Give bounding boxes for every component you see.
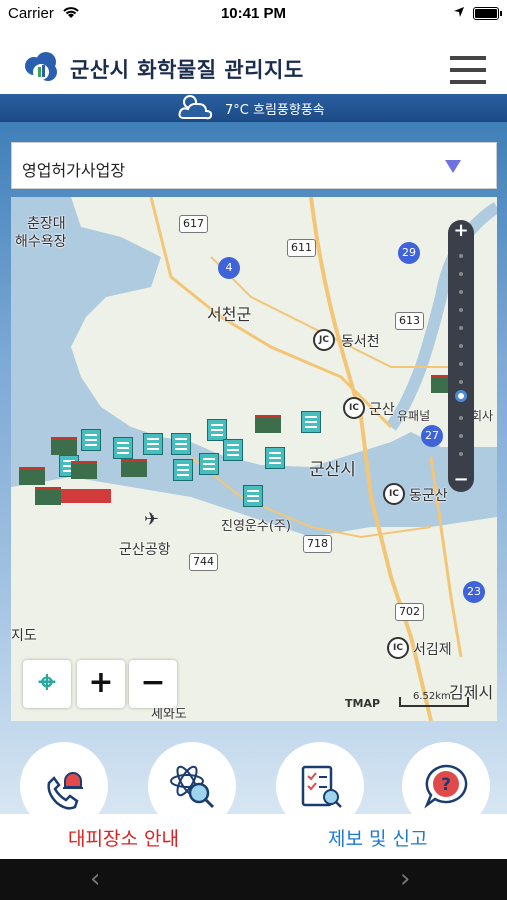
factory-marker[interactable] bbox=[121, 459, 147, 477]
road-badge-27: 27 bbox=[421, 425, 443, 447]
factory-marker[interactable] bbox=[51, 437, 77, 455]
facility-marker[interactable] bbox=[265, 447, 285, 469]
road-shield-744: 744 bbox=[189, 553, 218, 571]
ic-marker-seogimje: IC bbox=[387, 637, 409, 659]
map-label-jido: 지도 bbox=[11, 628, 37, 644]
forward-arrow-icon[interactable]: › bbox=[400, 864, 410, 894]
map-provider-logo: TMAP bbox=[345, 697, 381, 710]
factory-marker[interactable] bbox=[35, 487, 61, 505]
facility-marker[interactable] bbox=[199, 453, 219, 475]
zoom-in-button[interactable]: + bbox=[77, 660, 125, 708]
cloudy-weather-icon bbox=[176, 92, 216, 126]
zoom-tick bbox=[459, 434, 463, 438]
zoom-rail-plus-button[interactable]: + bbox=[448, 220, 474, 241]
facility-marker[interactable] bbox=[113, 437, 133, 459]
zoom-knob[interactable] bbox=[455, 390, 467, 402]
factory-marker[interactable] bbox=[255, 415, 281, 433]
locate-me-button[interactable]: ⌖ bbox=[23, 660, 71, 708]
clock: 10:41 PM bbox=[220, 5, 287, 22]
road-shield-617: 617 bbox=[179, 215, 208, 233]
ic-marker-donggunsan: IC bbox=[383, 483, 405, 505]
zoom-tick bbox=[459, 416, 463, 420]
facility-marker[interactable] bbox=[171, 433, 191, 455]
map-label-gunsan-city: 군산시 bbox=[309, 460, 356, 480]
map-label-dongseocheon: 동서천 bbox=[341, 334, 380, 350]
map-label-jinyoung: 진영운수(주) bbox=[221, 519, 291, 534]
map-label-seogimje: 서김제 bbox=[413, 642, 452, 658]
phone-alarm-icon bbox=[47, 772, 83, 810]
svg-text:?: ? bbox=[441, 775, 451, 795]
evacuation-guide-button[interactable]: 대피장소 안내 bbox=[68, 824, 179, 851]
city-logo-icon bbox=[24, 52, 58, 84]
zoom-tick bbox=[459, 326, 463, 330]
map-label-hoesa: 회사 bbox=[471, 409, 494, 423]
weather-text: 7°C 흐림풍향풍속 bbox=[225, 103, 325, 118]
facility-marker[interactable] bbox=[301, 411, 321, 433]
zoom-tick bbox=[459, 344, 463, 348]
map-label-yupanel: 유패널 bbox=[397, 409, 431, 423]
zoom-tick bbox=[459, 290, 463, 294]
zoom-tick bbox=[459, 254, 463, 258]
app-header: 군산시 화학물질 관리지도 bbox=[0, 28, 507, 94]
atom-search-icon bbox=[170, 765, 215, 809]
dropdown-arrow-icon bbox=[445, 160, 461, 173]
browser-nav-bar: ‹ › bbox=[0, 859, 507, 900]
facility-marker[interactable] bbox=[243, 485, 263, 507]
zoom-slider[interactable]: + − bbox=[448, 220, 474, 492]
ic-marker-gunsan: IC bbox=[343, 397, 365, 419]
hamburger-menu-button[interactable] bbox=[450, 56, 486, 86]
zoom-out-button[interactable]: − bbox=[129, 660, 177, 708]
zoom-tick bbox=[459, 362, 463, 366]
map-label-beach-2: 해수욕장 bbox=[15, 234, 67, 250]
map-label-airport: 군산공항 bbox=[119, 542, 171, 558]
road-badge-29: 29 bbox=[398, 242, 420, 264]
back-arrow-icon[interactable]: ‹ bbox=[90, 864, 100, 894]
factory-marker[interactable] bbox=[71, 461, 97, 479]
map-label-seocheon: 서천군 bbox=[207, 305, 252, 324]
road-shield-613: 613 bbox=[395, 312, 424, 330]
facility-marker[interactable] bbox=[223, 439, 243, 461]
checklist-icon bbox=[301, 765, 342, 808]
page-title: 군산시 화학물질 관리지도 bbox=[70, 58, 304, 82]
map-label-donggunsan: 동군산 bbox=[409, 488, 448, 504]
map-label-gunsan-ic: 군산 bbox=[369, 402, 395, 418]
map-label-beach: 춘장대 bbox=[27, 216, 66, 232]
factory-marker[interactable] bbox=[19, 467, 45, 485]
facility-marker[interactable] bbox=[81, 429, 101, 451]
road-shield-718: 718 bbox=[303, 535, 332, 553]
road-badge-23: 23 bbox=[463, 581, 485, 603]
zoom-tick bbox=[459, 452, 463, 456]
map-view[interactable]: 춘장대 해수욕장 서천군 동서천 군산 유패널 회사 군산시 동군산 군산공항 … bbox=[11, 197, 497, 721]
facility-marker[interactable] bbox=[143, 433, 163, 455]
road-badge-4: 4 bbox=[218, 257, 240, 279]
facility-marker[interactable] bbox=[173, 459, 193, 481]
airplane-icon: ✈ bbox=[144, 509, 160, 530]
scale-bar bbox=[399, 697, 469, 707]
report-button[interactable]: 제보 및 신고 bbox=[328, 824, 427, 851]
road-shield-702: 702 bbox=[395, 603, 424, 621]
bottom-button-bar: 대피장소 안내 제보 및 신고 bbox=[0, 814, 507, 859]
battery-icon bbox=[473, 7, 502, 20]
zoom-tick bbox=[459, 308, 463, 312]
zoom-tick bbox=[459, 272, 463, 276]
zoom-tick bbox=[459, 380, 463, 384]
location-icon bbox=[453, 5, 465, 22]
zoom-rail-minus-button[interactable]: − bbox=[448, 469, 474, 490]
facility-marker[interactable] bbox=[207, 419, 227, 441]
weather-bar: 7°C 흐림풍향풍속 bbox=[0, 94, 507, 122]
question-bubble-icon: ? bbox=[424, 764, 468, 809]
jc-marker: JC bbox=[313, 329, 335, 351]
facility-type-dropdown[interactable]: 영업허가사업장 bbox=[11, 142, 497, 189]
road-shield-611: 611 bbox=[287, 239, 316, 257]
status-bar: Carrier 10:41 PM bbox=[0, 0, 507, 28]
dropdown-selected-value: 영업허가사업장 bbox=[22, 161, 126, 180]
